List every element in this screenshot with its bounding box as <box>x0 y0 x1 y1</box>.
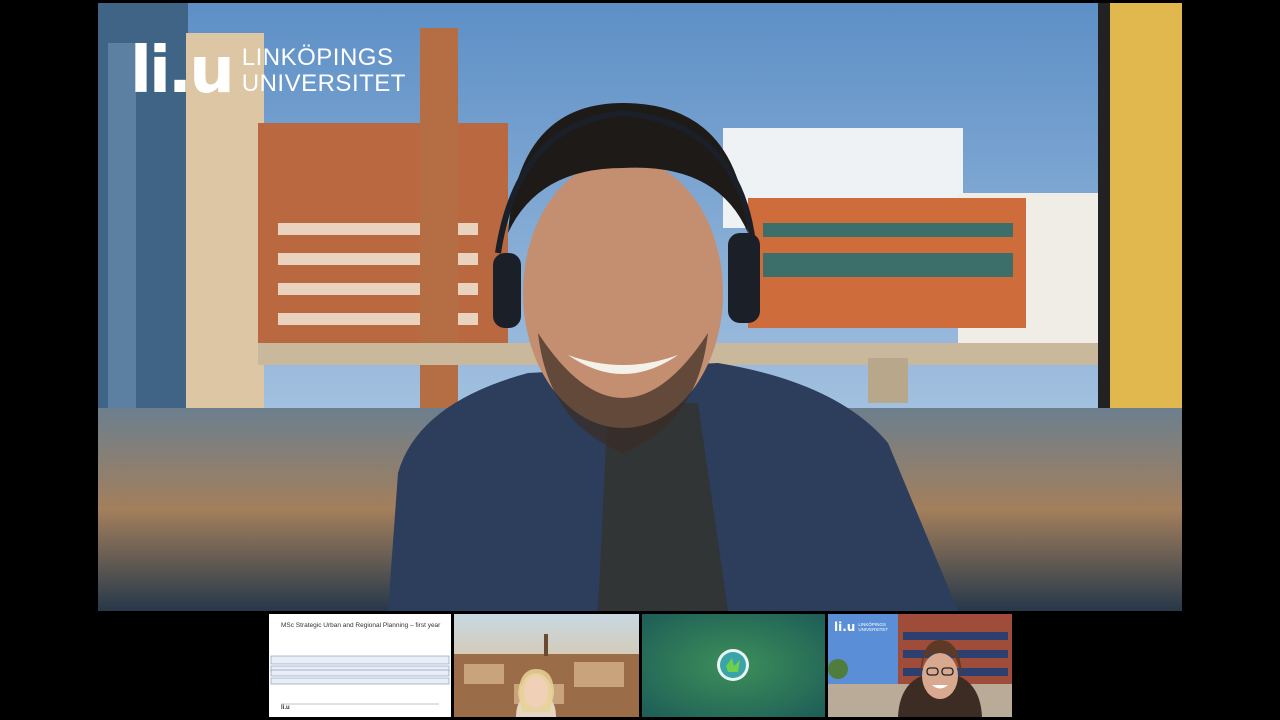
participant-tile-4[interactable]: li.u LINKÖPINGS UNIVERSITET <box>828 614 1012 717</box>
active-speaker-video[interactable]: li.u LINKÖPINGS UNIVERSITET <box>98 3 1182 611</box>
participant-tile-screen-share[interactable]: MSc Strategic Urban and Regional Plannin… <box>269 614 451 717</box>
logo-line-1: LINKÖPINGS <box>241 44 394 71</box>
participant-tile-3[interactable] <box>642 614 825 717</box>
logo-line-2-small: UNIVERSITET <box>858 627 889 632</box>
slide-logo: li.u <box>281 705 290 711</box>
participant-video <box>454 614 639 717</box>
university-logo: li.u LINKÖPINGS UNIVERSITET <box>130 39 406 103</box>
liu-logo-mark: li.u <box>130 34 235 108</box>
university-logo-small: li.u LINKÖPINGS UNIVERSITET <box>834 620 888 634</box>
liu-logo-mark-small: li.u <box>834 620 856 634</box>
logo-line-2: UNIVERSITET <box>241 70 406 97</box>
participant-avatar-tile <box>642 614 825 717</box>
participant-tile-2[interactable] <box>454 614 639 717</box>
slide-table <box>270 655 450 705</box>
